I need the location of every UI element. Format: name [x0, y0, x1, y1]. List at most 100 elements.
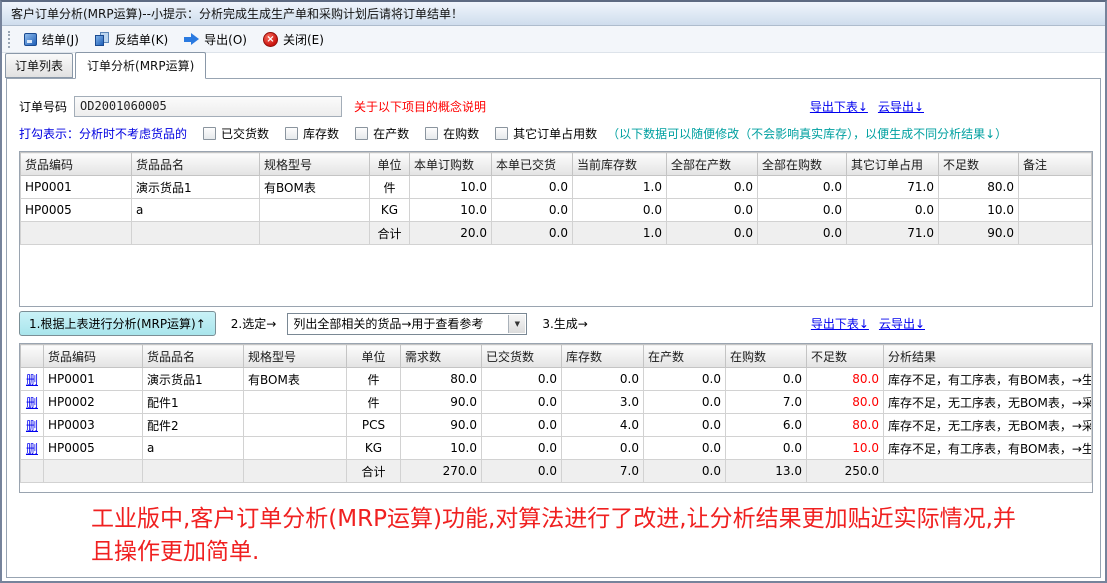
checkbox-icon[interactable] [203, 127, 216, 140]
export-table-link[interactable]: 导出下表↓ [811, 315, 869, 332]
column-header: 备注 [1019, 153, 1092, 176]
delete-row-link[interactable]: 删 [26, 442, 38, 456]
table-cell[interactable]: KG [370, 199, 410, 222]
order-items-grid: 货品编码货品品名规格型号单位本单订购数本单已交货当前库存数全部在产数全部在购数其… [19, 151, 1093, 307]
totals-cell: 0.0 [492, 222, 573, 245]
table-cell[interactable]: 0.0 [492, 199, 573, 222]
checkbox-other-orders[interactable]: 其它订单占用数 [495, 125, 597, 142]
close-window-label: 关闭(E) [283, 31, 324, 48]
table-cell: 0.0 [482, 414, 562, 437]
column-header: 不足数 [807, 345, 884, 368]
close-order-button[interactable]: 结单(J) [16, 28, 87, 51]
table-cell[interactable]: 1.0 [573, 176, 667, 199]
concept-note-link[interactable]: 关于以下项目的概念说明 [354, 98, 486, 115]
table-cell: 6.0 [726, 414, 807, 437]
totals-cell: 7.0 [562, 460, 644, 483]
table-cell: 配件1 [143, 391, 244, 414]
close-window-button[interactable]: × 关闭(E) [255, 28, 332, 51]
table-cell[interactable] [1019, 199, 1092, 222]
window-titlebar[interactable]: 客户订单分析(MRP运算)--小提示：分析完成生成生产单和采购计划后请将订单结单… [2, 2, 1105, 26]
related-goods-select[interactable]: 列出全部相关的货品→用于查看参考 ▼ [287, 313, 527, 335]
table-cell[interactable]: 件 [370, 176, 410, 199]
totals-cell [1019, 222, 1092, 245]
table-cell[interactable]: 71.0 [847, 176, 939, 199]
totals-cell [21, 222, 132, 245]
checkbox-in-production[interactable]: 在产数 [355, 125, 409, 142]
cloud-export-link[interactable]: 云导出↓ [878, 98, 924, 115]
checkbox-label: 已交货数 [221, 125, 269, 142]
table-cell: 90.0 [401, 391, 482, 414]
totals-cell: 0.0 [482, 460, 562, 483]
totals-cell [44, 460, 143, 483]
order-number-row: 订单号码 关于以下项目的概念说明 导出下表↓ 云导出↓ [19, 95, 1092, 117]
table-cell: 0.0 [644, 414, 726, 437]
tab-order-list[interactable]: 订单列表 [5, 53, 73, 78]
table-cell[interactable]: 0.0 [667, 199, 758, 222]
totals-cell: 0.0 [644, 460, 726, 483]
totals-cell: 0.0 [758, 222, 847, 245]
table-cell: 0.0 [562, 368, 644, 391]
tab-order-analysis[interactable]: 订单分析(MRP运算) [75, 52, 206, 79]
table-row: 删HP0005aKG10.00.00.00.00.010.0库存不足，有工序表，… [21, 437, 1092, 460]
checkbox-label: 在产数 [373, 125, 409, 142]
totals-cell [884, 460, 1092, 483]
table-cell[interactable]: 10.0 [410, 176, 492, 199]
checkbox-icon[interactable] [495, 127, 508, 140]
table-cell: 库存不足，有工序表，有BOM表，→生产 [884, 368, 1092, 391]
cloud-export-link[interactable]: 云导出↓ [879, 315, 925, 332]
column-header [21, 345, 44, 368]
table-cell[interactable]: 有BOM表 [260, 176, 370, 199]
table-cell[interactable]: 80.0 [939, 176, 1019, 199]
totals-cell: 13.0 [726, 460, 807, 483]
table-cell[interactable]: 演示货品1 [132, 176, 260, 199]
totals-cell: 0.0 [667, 222, 758, 245]
analyze-button[interactable]: 1.根据上表进行分析(MRP运算)↑ [19, 311, 216, 336]
export-table-link[interactable]: 导出下表↓ [810, 98, 868, 115]
table-cell: 3.0 [562, 391, 644, 414]
chevron-down-icon[interactable]: ▼ [508, 315, 525, 333]
toolbar: 结单(J) 反结单(K) 导出(O) × 关闭(E) [2, 26, 1105, 53]
table-cell[interactable] [260, 199, 370, 222]
order-items-table: 货品编码货品品名规格型号单位本单订购数本单已交货当前库存数全部在产数全部在购数其… [20, 152, 1092, 245]
export-button[interactable]: 导出(O) [176, 28, 255, 51]
delete-row-link[interactable]: 删 [26, 419, 38, 433]
totals-cell: 270.0 [401, 460, 482, 483]
column-header: 货品品名 [143, 345, 244, 368]
checkbox-label: 库存数 [303, 125, 339, 142]
checkbox-icon[interactable] [355, 127, 368, 140]
tick-prefix-label: 打勾表示： [19, 125, 79, 142]
table-cell[interactable]: 10.0 [939, 199, 1019, 222]
table-cell[interactable]: 0.0 [847, 199, 939, 222]
table-cell[interactable] [1019, 176, 1092, 199]
totals-cell: 71.0 [847, 222, 939, 245]
delete-row-link[interactable]: 删 [26, 396, 38, 410]
table-cell[interactable]: a [132, 199, 260, 222]
table-cell[interactable]: 10.0 [410, 199, 492, 222]
delete-cell: 删 [21, 437, 44, 460]
table-cell: 4.0 [562, 414, 644, 437]
table-row: HP0001演示货品1有BOM表件10.00.01.00.00.071.080.… [21, 176, 1092, 199]
table-cell[interactable]: 0.0 [758, 199, 847, 222]
window-title: 客户订单分析(MRP运算)--小提示：分析完成生成生产单和采购计划后请将订单结单… [11, 5, 463, 22]
checkbox-icon[interactable] [425, 127, 438, 140]
delete-cell: 删 [21, 414, 44, 437]
reverse-close-order-button[interactable]: 反结单(K) [87, 28, 176, 51]
toolbar-grip-handle[interactable] [8, 31, 10, 48]
order-number-input[interactable] [74, 96, 342, 117]
table-cell: 0.0 [562, 437, 644, 460]
table-cell: 80.0 [401, 368, 482, 391]
checkbox-stock[interactable]: 库存数 [285, 125, 339, 142]
checkbox-in-purchase[interactable]: 在购数 [425, 125, 479, 142]
table-cell[interactable]: 0.0 [758, 176, 847, 199]
table-cell[interactable]: 0.0 [573, 199, 667, 222]
checkbox-icon[interactable] [285, 127, 298, 140]
checkbox-delivered[interactable]: 已交货数 [203, 125, 269, 142]
totals-cell: 1.0 [573, 222, 667, 245]
delete-row-link[interactable]: 删 [26, 373, 38, 387]
table-cell[interactable]: 0.0 [492, 176, 573, 199]
column-header: 货品品名 [132, 153, 260, 176]
table-cell[interactable]: HP0001 [21, 176, 132, 199]
column-header: 全部在购数 [758, 153, 847, 176]
table-cell[interactable]: HP0005 [21, 199, 132, 222]
table-cell[interactable]: 0.0 [667, 176, 758, 199]
